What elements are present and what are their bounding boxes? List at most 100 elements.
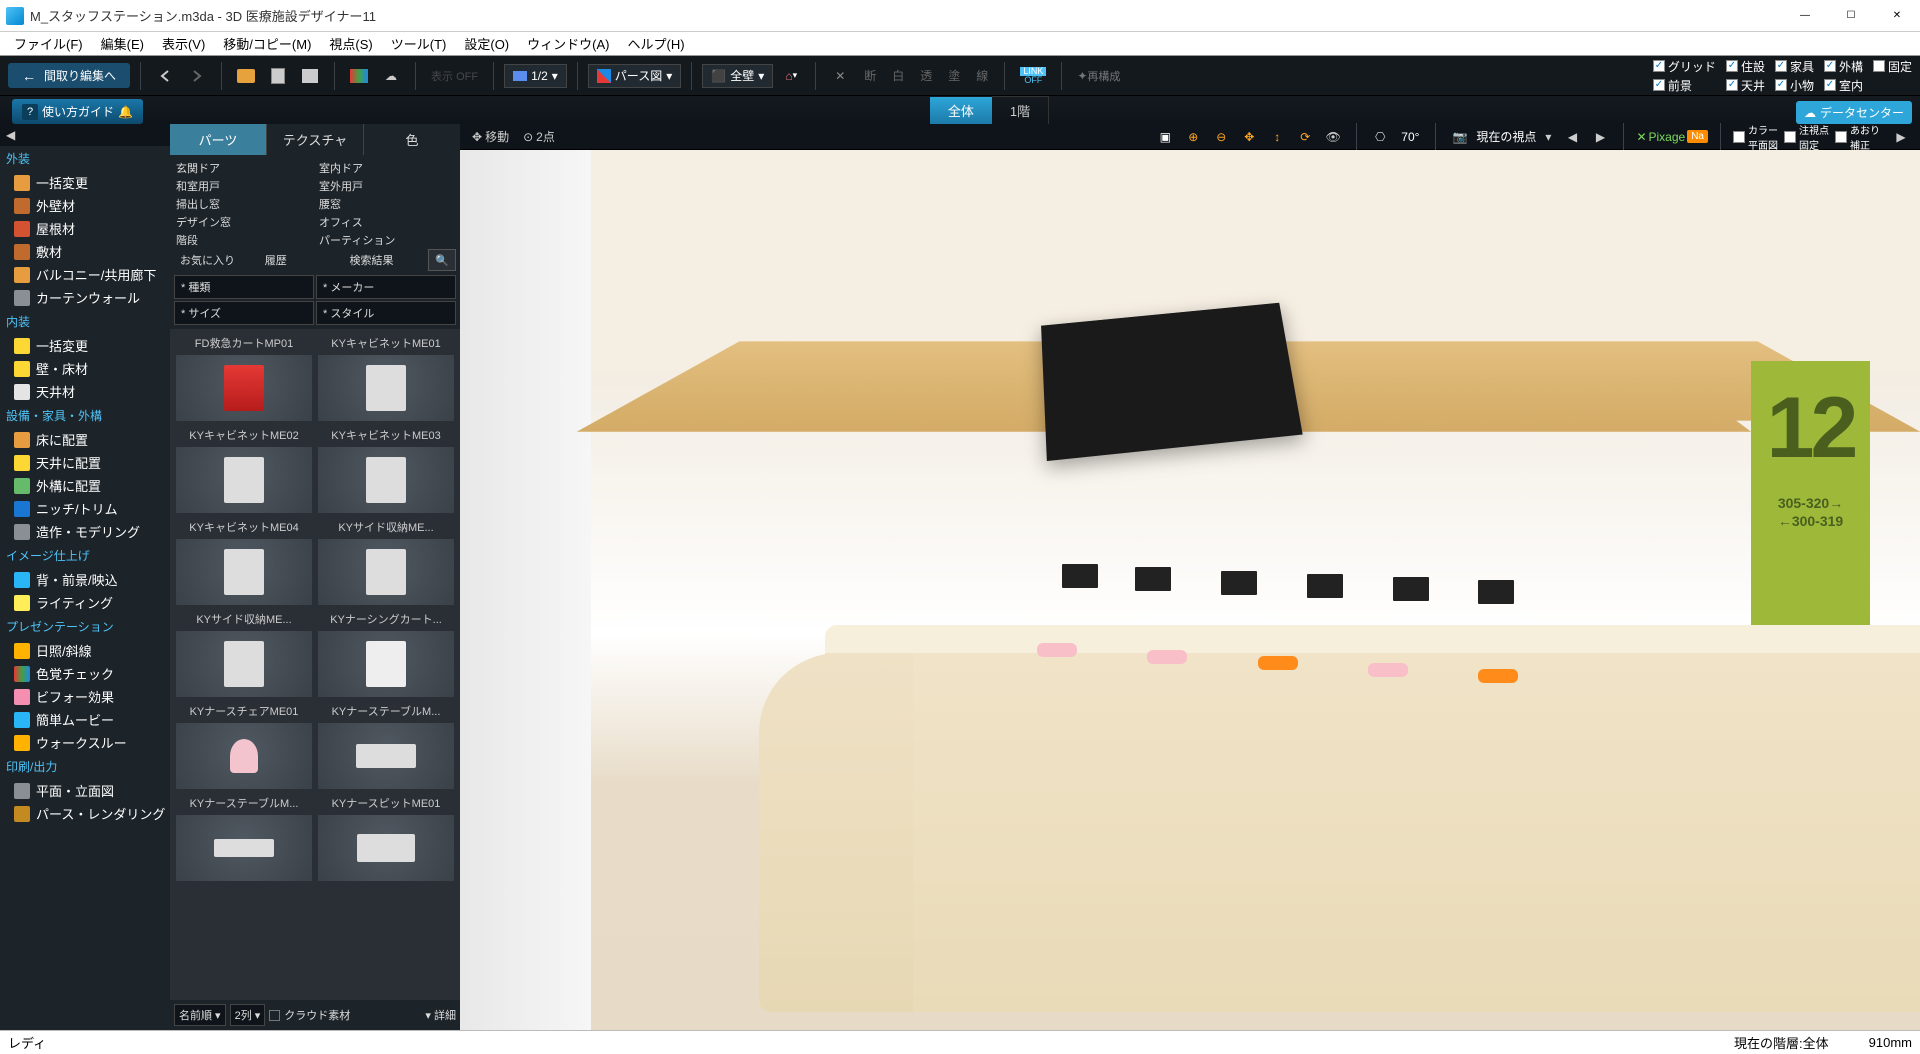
cat-item[interactable]: デザイン窓 [174,213,313,231]
cb-tilt-correct[interactable]: あおり補正 [1835,122,1880,152]
nav-collapse[interactable]: ◀ [0,124,170,146]
cb-locked[interactable]: 固定 [1873,58,1912,75]
redo-button[interactable] [183,62,211,90]
zoom-in-button[interactable]: ⊕ [1182,126,1204,148]
move-tool-button[interactable]: ✥移動 [468,128,513,145]
minimize-button[interactable]: ― [1782,0,1828,32]
twopoint-button[interactable]: ⊙2点 [519,128,559,145]
nav-curtainwall[interactable]: カーテンウォール [0,286,170,309]
nav-plan-elevation[interactable]: 平面・立面図 [0,779,170,802]
cat-item[interactable]: 階段 [174,231,313,245]
cb-exterior[interactable]: ✓外構 [1824,58,1863,75]
search-button[interactable]: 🔍 [428,249,456,271]
nav-sunlight[interactable]: 日照/斜線 [0,639,170,662]
part-item[interactable]: KYキャビネットME04 [174,517,314,607]
nav-place-ceiling[interactable]: 天井に配置 [0,451,170,474]
nav-ceiling-mat[interactable]: 天井材 [0,380,170,403]
filter-fav[interactable]: お気に入り [174,249,257,271]
nav-easy-movie[interactable]: 簡単ムービー [0,708,170,731]
zoom-out-button[interactable]: ⊖ [1210,126,1232,148]
current-view-button[interactable]: 📷現在の視点▾ [1448,128,1555,145]
dd-kind[interactable]: * 種類 [174,275,314,299]
guide-chip[interactable]: ? 使い方ガイド 🔔 [12,99,143,124]
cat-item[interactable]: オフィス [317,213,456,231]
look-button[interactable]: 👁 [1322,126,1344,148]
next-view-button[interactable]: ▶ [1589,126,1611,148]
cb-fix-target[interactable]: 注視点固定 [1784,122,1829,152]
cb-interior[interactable]: ✓室内 [1824,77,1863,94]
filter-history[interactable]: 履歴 [259,249,342,271]
cb-smallitems[interactable]: ✓小物 [1775,77,1814,94]
cat-item[interactable]: 掃出し窓 [174,195,313,213]
cloud-cb[interactable] [269,1010,280,1021]
updown-button[interactable]: ↕ [1266,126,1288,148]
parts-grid[interactable]: FD救急カートMP01 KYキャビネットME01 KYキャビネットME02 KY… [170,329,460,1000]
3d-viewport[interactable]: 12 305-320→←300-319 [460,150,1920,1030]
pan-button[interactable]: ✥ [1238,126,1260,148]
cb-ceiling[interactable]: ✓天井 [1726,77,1765,94]
fov-button[interactable]: ⎔ [1369,126,1391,148]
cat-item[interactable]: 腰窓 [317,195,456,213]
part-item[interactable]: KYナーステーブルM... [316,701,456,791]
tab-all[interactable]: 全体 [930,97,992,124]
part-item[interactable]: KYキャビネットME01 [316,333,456,423]
menu-movecopy[interactable]: 移動/コピー(M) [215,32,319,55]
cb-color-plan[interactable]: カラー平面図 [1733,122,1778,152]
nav-niche-trim[interactable]: ニッチ/トリム [0,497,170,520]
floor-select[interactable]: 1/2 ▾ [504,64,567,88]
category-tree[interactable]: 玄関ドア 和室用戸 掃出し窓 デザイン窓 階段 医療 ビル・マンション 室内ドア… [170,155,460,245]
wallmode-select[interactable]: ⬛ 全壁 ▾ [702,64,773,88]
cat-item[interactable]: 玄関ドア [174,159,313,177]
nav-bg-reflect[interactable]: 背・前景/映込 [0,568,170,591]
part-item[interactable]: KYナースチェアME01 [174,701,314,791]
tab-1f[interactable]: 1階 [992,96,1049,124]
detail-toggle[interactable]: ▾ 詳細 [425,1007,456,1023]
prev-view-button[interactable]: ◀ [1561,126,1583,148]
menu-tool[interactable]: ツール(T) [383,32,455,55]
pixage-button[interactable]: ✕ PixageNa [1636,130,1708,144]
menu-viewpoint[interactable]: 視点(S) [321,32,380,55]
nav-before-effect[interactable]: ビフォー効果 [0,685,170,708]
cb-foreground[interactable]: ✓前景 [1653,77,1716,94]
link-button[interactable]: LINK OFF [1015,62,1051,90]
open-button[interactable] [232,62,260,90]
viewport-collapse[interactable]: ▶ [1890,126,1912,148]
rebuild-button[interactable]: ✦再構成 [1072,62,1125,90]
nav-paving-mat[interactable]: 敷材 [0,240,170,263]
cat-item[interactable]: 和室用戸 [174,177,313,195]
save-button[interactable] [264,62,292,90]
menu-file[interactable]: ファイル(F) [6,32,91,55]
nav-wall-mat[interactable]: 外壁材 [0,194,170,217]
undo-button[interactable] [151,62,179,90]
nav-wallfloor-mat[interactable]: 壁・床材 [0,357,170,380]
part-item[interactable]: KYキャビネットME02 [174,425,314,515]
nav-place-exterior[interactable]: 外構に配置 [0,474,170,497]
menu-help[interactable]: ヘルプ(H) [619,32,692,55]
print-button[interactable] [296,62,324,90]
cb-furniture[interactable]: ✓家具 [1775,58,1814,75]
part-item[interactable]: KYナーシングカート... [316,609,456,699]
part-item[interactable]: KYサイド収納ME... [316,517,456,607]
nav-walkthrough[interactable]: ウォークスルー [0,731,170,754]
back-to-floorplan-button[interactable]: ← 間取り編集へ [8,63,130,88]
sort-dd[interactable]: 名前順 ▾ [174,1004,226,1026]
tab-colors[interactable]: 色 [364,124,460,155]
house-button[interactable]: ⌂▾ [777,62,805,90]
nav-int-bulk[interactable]: 一括変更 [0,334,170,357]
menu-edit[interactable]: 編集(E) [93,32,152,55]
menu-settings[interactable]: 設定(O) [456,32,517,55]
toggle-off1[interactable]: 表示 OFF [426,62,483,90]
cloud-button[interactable]: ☁ [377,62,405,90]
tab-textures[interactable]: テクスチャ [266,124,364,155]
orbit-button[interactable]: ⟳ [1294,126,1316,148]
nav-colorcheck[interactable]: 色覚チェック [0,662,170,685]
part-item[interactable]: KYナースピットME01 [316,793,456,883]
nav-place-floor[interactable]: 床に配置 [0,428,170,451]
part-item[interactable]: KYナーステーブルM... [174,793,314,883]
close-button[interactable]: ✕ [1874,0,1920,32]
dd-size[interactable]: * サイズ [174,301,314,325]
nav-roof-mat[interactable]: 屋根材 [0,217,170,240]
nav-modeling[interactable]: 造作・モデリング [0,520,170,543]
cols-dd[interactable]: 2列 ▾ [230,1004,266,1026]
color-button[interactable] [345,62,373,90]
